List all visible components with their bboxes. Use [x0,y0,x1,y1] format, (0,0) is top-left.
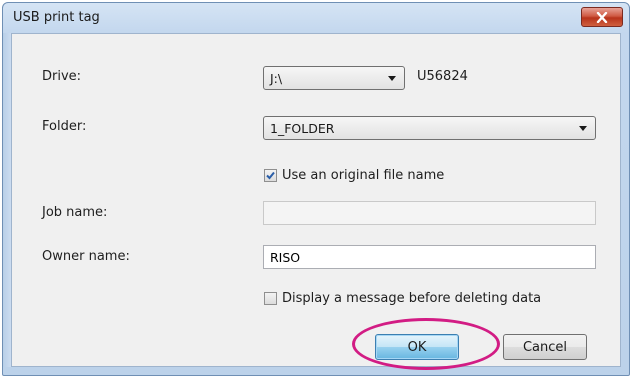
folder-select[interactable]: 1_FOLDER [263,116,596,140]
drive-select[interactable]: J:\ [263,66,405,90]
window-title: USB print tag [13,10,100,25]
display-message-checkbox[interactable] [264,292,277,305]
chevron-down-icon [388,76,396,81]
owner-name-label: Owner name: [42,249,130,264]
title-bar[interactable]: USB print tag [3,3,629,33]
owner-name-value: RISO [270,250,301,265]
job-name-input[interactable] [263,201,596,225]
check-icon [266,171,275,180]
display-message-label: Display a message before deleting data [282,291,542,306]
drive-id-text: U56824 [417,69,468,84]
drive-select-value: J:\ [270,71,283,86]
close-icon [596,11,608,23]
window-frame-left [3,33,11,367]
folder-label: Folder: [42,119,87,134]
cancel-button[interactable]: Cancel [503,334,587,360]
job-name-label: Job name: [42,205,108,220]
folder-select-value: 1_FOLDER [270,121,335,136]
ok-button[interactable]: OK [375,334,459,360]
dialog-content: Drive: J:\ U56824 Folder: 1_FOLDER Use a… [11,33,621,367]
use-original-name-checkbox[interactable] [264,169,277,182]
chevron-down-icon [579,126,587,131]
display-message-row[interactable]: Display a message before deleting data [264,291,541,306]
close-button[interactable] [581,7,623,27]
drive-label: Drive: [42,69,82,84]
use-original-name-row[interactable]: Use an original file name [264,168,444,183]
owner-name-input[interactable]: RISO [263,245,596,269]
use-original-name-label: Use an original file name [282,168,445,183]
dialog-window: USB print tag Drive: J:\ U56824 Folder: … [2,2,630,376]
